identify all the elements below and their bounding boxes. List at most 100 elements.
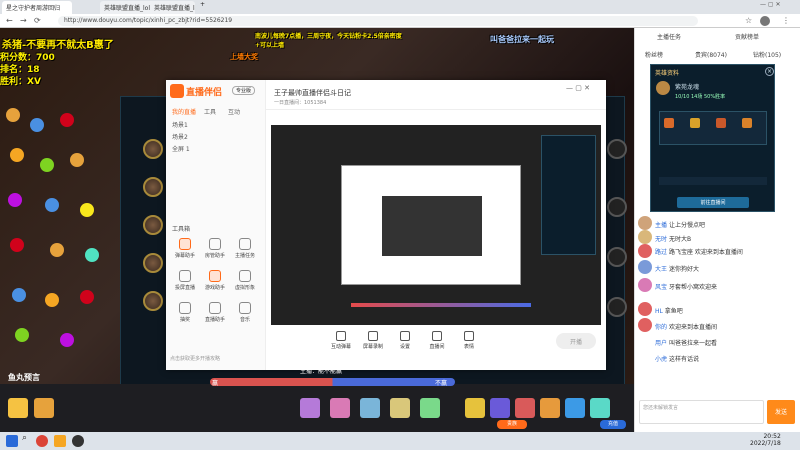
hero-info-card: 英雄资料 × 紫苑龙魂 10/10 14场 50%胜率 前往直播间 — [650, 64, 775, 212]
tool-task[interactable]: 主播任务 — [230, 238, 260, 259]
gift-icon[interactable] — [390, 398, 410, 418]
footer-link[interactable]: 点击获取更多开播攻略 — [170, 355, 220, 362]
menu-icon[interactable]: ⋮ — [782, 16, 790, 25]
fangguan-icon — [209, 238, 221, 250]
tab-fans[interactable]: 粉丝榜 — [645, 50, 663, 59]
gift-dock: 鱼丸预言 赢 不赢 主播：能不能赢 贵族 充值 — [0, 368, 634, 432]
emoji-icon — [464, 331, 474, 341]
address-bar: ← → ⟳ http://www.douyu.com/topic/xinhi_p… — [0, 14, 800, 28]
start-stream-button[interactable]: 开播 — [556, 333, 596, 349]
url-input[interactable]: http://www.douyu.com/topic/xinhi_pc_zbjt… — [58, 16, 698, 26]
avatar — [638, 216, 652, 230]
send-button[interactable]: 发送 — [767, 400, 795, 424]
noble-button[interactable]: 贵族 — [497, 420, 527, 429]
close-icon[interactable]: × — [765, 67, 774, 76]
recharge-button[interactable]: 充值 — [600, 420, 626, 429]
champion-portrait — [143, 291, 163, 311]
browser-tab[interactable]: 英雄联盟直播_lol直播_英雄联盟 — [150, 1, 195, 14]
chrome-icon[interactable] — [36, 435, 48, 447]
scene-item[interactable]: 全屏 1 — [172, 144, 190, 153]
gift-icon[interactable] — [330, 398, 350, 418]
avatar — [638, 302, 652, 316]
danmu-icon — [179, 238, 191, 250]
btn-danmu[interactable]: 互动弹幕 — [326, 331, 356, 350]
gift-icon[interactable] — [490, 398, 510, 418]
tab-vip[interactable]: 贵宾(8074) — [695, 50, 727, 59]
tool-fangguan[interactable]: 房管助手 — [200, 238, 230, 259]
tool-music[interactable]: 音乐 — [230, 302, 260, 323]
btn-emoji[interactable]: 表情 — [454, 331, 484, 350]
gift-icon[interactable] — [465, 398, 485, 418]
tool-game[interactable]: 游戏助手 — [200, 270, 230, 291]
browser-tab[interactable]: 星之守护者周游回归 — [2, 1, 72, 14]
hero-stats: 10/10 14场 50%胜率 — [675, 94, 726, 100]
gift-icon[interactable] — [300, 398, 320, 418]
chat-message: HL 拿鱼吧 — [655, 308, 683, 315]
app-logo-icon — [170, 84, 184, 98]
tab-interact[interactable]: 互动 — [228, 107, 240, 116]
gift-icon[interactable] — [540, 398, 560, 418]
tool-avatar[interactable]: 虚拟形象 — [230, 270, 260, 291]
gift-icon[interactable] — [360, 398, 380, 418]
gift-icon[interactable] — [8, 398, 28, 418]
tab-contribution[interactable]: 贡献榜单 — [735, 32, 759, 41]
hero-avatar — [656, 81, 670, 95]
tab-tools[interactable]: 工具 — [204, 107, 216, 116]
gift-icon[interactable] — [515, 398, 535, 418]
overlay-wins: 胜利：XV — [0, 77, 41, 87]
tool-danmu[interactable]: 弹幕助手 — [170, 238, 200, 259]
vs-topic: 主播：能不能赢 — [300, 368, 343, 375]
tool-lottery[interactable]: 抽奖 — [170, 302, 200, 323]
app-brand: 直播伴侣 — [186, 88, 223, 98]
app-bottom-toolbar: 互动弹幕 屏幕录制 设置 直播间 表情 开播 — [266, 325, 606, 365]
tab-my-stream[interactable]: 我的直播 — [172, 107, 196, 116]
new-tab-icon[interactable]: + — [200, 1, 205, 8]
hero-card-title: 英雄资料 — [655, 70, 680, 77]
profile-icon[interactable] — [760, 16, 770, 26]
app-header: 王子最帅直播伴侣斗日记 一日直播间：1051384 — ▢ ✕ — [266, 80, 606, 110]
window-controls[interactable]: — ▢ ✕ — [566, 84, 590, 92]
windows-start-icon[interactable] — [6, 435, 18, 447]
rune-icon — [716, 118, 726, 128]
go-room-button[interactable]: 前往直播间 — [677, 197, 749, 208]
clock[interactable]: 20:52 2022/7/18 — [750, 433, 781, 447]
gift-icon[interactable] — [590, 398, 610, 418]
forward-icon[interactable]: → — [20, 16, 27, 25]
rune-icon — [690, 118, 700, 128]
tool-cast[interactable]: 投屏直播 — [170, 270, 200, 291]
gift-icon[interactable] — [565, 398, 585, 418]
gift-icon[interactable] — [420, 398, 440, 418]
btn-record[interactable]: 屏幕录制 — [358, 331, 388, 350]
avatar-icon — [239, 270, 251, 282]
app-icon[interactable] — [54, 435, 66, 447]
chat-input[interactable]: 您还未解锁发言 — [639, 400, 764, 424]
btn-room[interactable]: 直播间 — [422, 331, 452, 350]
reload-icon[interactable]: ⟳ — [34, 16, 41, 25]
tab-diamond[interactable]: 钻粉(105) — [753, 50, 781, 59]
back-icon[interactable]: ← — [6, 16, 13, 25]
vs-bar[interactable] — [210, 378, 455, 386]
gift-icon[interactable] — [34, 398, 54, 418]
champion-portrait — [143, 177, 163, 197]
avatar — [638, 318, 652, 332]
emoji-sticker — [60, 333, 74, 347]
tab-host-task[interactable]: 主播任务 — [657, 32, 681, 41]
window-controls[interactable]: — ▢ ✕ — [760, 1, 781, 8]
lottery-icon — [179, 302, 191, 314]
stream-preview — [271, 125, 601, 343]
app-badge[interactable]: 专业版 — [232, 86, 256, 95]
search-icon[interactable]: ⌕ — [22, 433, 34, 445]
scene-item[interactable]: 场景1 — [172, 120, 188, 129]
star-icon[interactable]: ☆ — [745, 16, 752, 25]
scene-item[interactable]: 场景2 — [172, 132, 188, 141]
tool-assistant[interactable]: 直播助手 — [200, 302, 230, 323]
btn-settings[interactable]: 设置 — [390, 331, 420, 350]
stream-title[interactable]: 王子最帅直播伴侣斗日记 — [274, 88, 351, 98]
emoji-sticker — [60, 113, 74, 127]
app-icon[interactable] — [72, 435, 84, 447]
assistant-icon — [209, 302, 221, 314]
app-sidebar: 直播伴侣 专业版 我的直播 工具 互动 场景1 场景2 全屏 1 工具箱 弹幕助… — [166, 80, 266, 370]
rune-panel — [659, 111, 767, 145]
avatar — [638, 278, 652, 292]
emoji-sticker — [50, 243, 64, 257]
